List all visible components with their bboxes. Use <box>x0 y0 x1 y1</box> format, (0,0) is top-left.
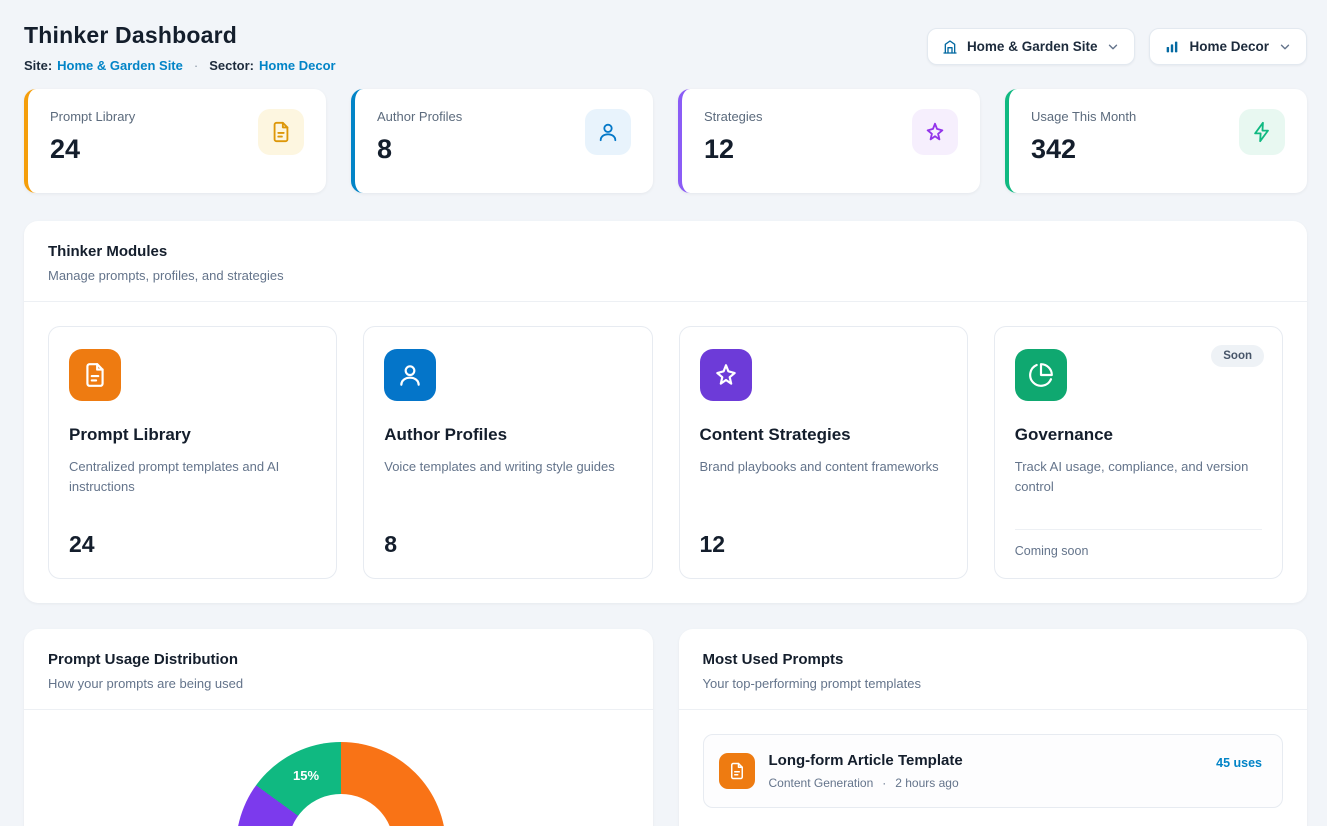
stat-card-usage[interactable]: Usage This Month 342 <box>1005 89 1307 193</box>
donut-chart-area: 15% <box>24 710 653 826</box>
sector-selector-label: Home Decor <box>1189 39 1269 54</box>
site-label: Site: <box>24 58 52 73</box>
module-count: 24 <box>69 531 316 558</box>
prompt-title: Long-form Article Template <box>769 752 1203 769</box>
stat-label: Author Profiles <box>377 109 462 124</box>
module-count: 12 <box>700 531 947 558</box>
bottom-row: Prompt Usage Distribution How your promp… <box>24 629 1307 826</box>
module-description: Brand playbooks and content frameworks <box>700 457 947 477</box>
module-card-author-profiles[interactable]: Author Profiles Voice templates and writ… <box>363 326 652 579</box>
person-icon <box>585 109 631 155</box>
separator-dot: · <box>194 58 198 73</box>
thinker-modules-section: Thinker Modules Manage prompts, profiles… <box>24 221 1307 603</box>
panel-subtitle: How your prompts are being used <box>48 676 629 691</box>
header-controls: Home & Garden Site Home Decor <box>927 28 1307 65</box>
coming-soon-text: Coming soon <box>1015 529 1262 558</box>
site-link[interactable]: Home & Garden Site <box>57 58 183 73</box>
prompt-time: 2 hours ago <box>895 776 958 790</box>
most-used-prompts-panel: Most Used Prompts Your top-performing pr… <box>679 629 1308 826</box>
module-title: Governance <box>1015 425 1262 445</box>
module-description: Centralized prompt templates and AI inst… <box>69 457 316 497</box>
module-title: Content Strategies <box>700 425 947 445</box>
prompt-list: Long-form Article Template Content Gener… <box>679 710 1308 826</box>
stat-label: Prompt Library <box>50 109 135 124</box>
module-card-content-strategies[interactable]: Content Strategies Brand playbooks and c… <box>679 326 968 579</box>
section-title: Thinker Modules <box>48 243 1283 260</box>
sector-link[interactable]: Home Decor <box>259 58 336 73</box>
site-selector-dropdown[interactable]: Home & Garden Site <box>927 28 1136 65</box>
panel-subtitle: Your top-performing prompt templates <box>703 676 1284 691</box>
sparkle-star-icon <box>912 109 958 155</box>
page-title: Thinker Dashboard <box>24 22 336 49</box>
module-card-prompt-library[interactable]: Prompt Library Centralized prompt templa… <box>48 326 337 579</box>
modules-grid: Prompt Library Centralized prompt templa… <box>24 302 1307 603</box>
donut-chart: 15% <box>236 742 446 826</box>
bar-chart-icon <box>1164 39 1180 55</box>
stat-value: 12 <box>704 134 763 165</box>
prompt-usage-panel: Prompt Usage Distribution How your promp… <box>24 629 653 826</box>
stat-card-author-profiles[interactable]: Author Profiles 8 <box>351 89 653 193</box>
chevron-down-icon <box>1278 40 1292 54</box>
sector-selector-dropdown[interactable]: Home Decor <box>1149 28 1307 65</box>
document-icon <box>258 109 304 155</box>
usage-panel-header: Prompt Usage Distribution How your promp… <box>24 629 653 710</box>
sparkle-star-icon <box>700 349 752 401</box>
panel-title: Most Used Prompts <box>703 651 1284 668</box>
dashboard-page: Thinker Dashboard Site: Home & Garden Si… <box>0 0 1327 826</box>
top-bar: Thinker Dashboard Site: Home & Garden Si… <box>24 22 1307 73</box>
slice-label: 15% <box>293 768 319 783</box>
list-item-prompt[interactable]: Long-form Article Template Content Gener… <box>703 734 1284 808</box>
chevron-down-icon <box>1106 40 1120 54</box>
stat-label: Usage This Month <box>1031 109 1136 124</box>
lightning-icon <box>1239 109 1285 155</box>
prompt-meta: Content Generation · 2 hours ago <box>769 776 1203 790</box>
separator-dot: · <box>882 776 886 790</box>
stat-card-strategies[interactable]: Strategies 12 <box>678 89 980 193</box>
breadcrumb: Site: Home & Garden Site · Sector: Home … <box>24 58 336 73</box>
module-description: Voice templates and writing style guides <box>384 457 631 477</box>
document-icon <box>719 753 755 789</box>
title-block: Thinker Dashboard Site: Home & Garden Si… <box>24 22 336 73</box>
module-card-governance[interactable]: Soon Governance Track AI usage, complian… <box>994 326 1283 579</box>
stat-card-prompt-library[interactable]: Prompt Library 24 <box>24 89 326 193</box>
building-icon <box>942 39 958 55</box>
stat-value: 24 <box>50 134 135 165</box>
module-count: 8 <box>384 531 631 558</box>
prompt-category: Content Generation <box>769 776 874 790</box>
document-icon <box>69 349 121 401</box>
stats-row: Prompt Library 24 Author Profiles 8 Stra… <box>24 89 1307 193</box>
stat-label: Strategies <box>704 109 763 124</box>
sector-label: Sector: <box>209 58 254 73</box>
modules-header: Thinker Modules Manage prompts, profiles… <box>24 221 1307 302</box>
uses-badge: 45 uses <box>1216 756 1262 770</box>
module-title: Author Profiles <box>384 425 631 445</box>
soon-badge: Soon <box>1211 345 1264 367</box>
site-selector-label: Home & Garden Site <box>967 39 1098 54</box>
module-title: Prompt Library <box>69 425 316 445</box>
stat-value: 342 <box>1031 134 1136 165</box>
pie-chart-icon <box>1015 349 1067 401</box>
prompts-panel-header: Most Used Prompts Your top-performing pr… <box>679 629 1308 710</box>
person-icon <box>384 349 436 401</box>
panel-title: Prompt Usage Distribution <box>48 651 629 668</box>
stat-value: 8 <box>377 134 462 165</box>
section-subtitle: Manage prompts, profiles, and strategies <box>48 268 1283 283</box>
module-description: Track AI usage, compliance, and version … <box>1015 457 1262 497</box>
